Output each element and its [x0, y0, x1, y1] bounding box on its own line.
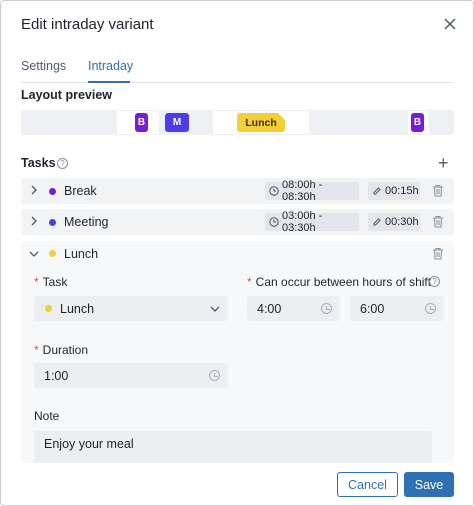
note-label: Note [34, 409, 60, 423]
duration-input[interactable]: 1:00 [34, 363, 228, 388]
task-select[interactable]: Lunch [34, 296, 228, 321]
task-select-value: Lunch [60, 301, 95, 316]
task-duration-text: 00:30h [385, 216, 419, 228]
tab-bar: Settings Intraday [21, 59, 453, 83]
trash-icon[interactable] [432, 215, 444, 228]
fold-corner [278, 113, 285, 120]
trash-icon[interactable] [432, 184, 444, 197]
task-row-break[interactable]: Break 08:00h - 08:30h 00:15h [21, 178, 454, 204]
task-color-dot [49, 250, 56, 257]
pencil-icon [373, 187, 381, 195]
task-color-dot [49, 188, 56, 195]
occur-to-input[interactable]: 6:00 [350, 296, 444, 321]
required-mark: * [247, 275, 252, 289]
preview-chip-lunch: Lunch [237, 113, 285, 132]
occur-from-input[interactable]: 4:00 [247, 296, 340, 321]
task-time-text: 03:00h - 03:30h [281, 210, 323, 234]
clock-icon [269, 186, 279, 196]
occur-field-label: * Can occur between hours of shift [247, 275, 431, 289]
task-name: Lunch [64, 247, 99, 261]
duration-value: 1:00 [44, 368, 69, 383]
tab-settings[interactable]: Settings [21, 59, 66, 83]
task-time-range: 08:00h - 08:30h [265, 179, 359, 203]
clock-icon [425, 303, 436, 314]
chevron-down-icon[interactable] [29, 249, 39, 259]
chevron-right-icon[interactable] [29, 185, 39, 195]
duration-field-label: * Duration [34, 343, 88, 357]
task-color-dot [49, 219, 56, 226]
tasks-label: Tasks [21, 156, 56, 170]
task-duration: 00:15h [368, 182, 420, 200]
preview-chip-break: B [411, 113, 424, 132]
layout-preview-label: Layout preview [21, 88, 112, 102]
note-textarea[interactable]: Enjoy your meal [34, 431, 432, 463]
chevron-down-icon [210, 306, 220, 312]
task-name: Break [64, 184, 97, 198]
occur-from-value: 4:00 [257, 301, 282, 316]
duration-label-text: Duration [42, 343, 89, 357]
help-icon[interactable]: ? [57, 158, 68, 169]
task-panel-lunch: Lunch * Task Lunch * Can occur between hou… [21, 241, 454, 463]
save-button[interactable]: Save [404, 472, 454, 497]
occur-to-value: 6:00 [360, 301, 385, 316]
preview-chip-break: B [135, 113, 148, 132]
task-duration-text: 00:15h [385, 185, 419, 197]
pencil-icon [373, 218, 381, 226]
layout-preview: B M Lunch B [21, 110, 454, 135]
help-icon[interactable]: ? [429, 276, 440, 287]
preview-chip-lunch-label: Lunch [245, 116, 277, 129]
task-field-label: * Task [34, 275, 67, 289]
dialog-title: Edit intraday variant [21, 16, 154, 33]
add-task-icon[interactable]: + [438, 154, 449, 172]
task-name: Meeting [64, 215, 109, 229]
trash-icon[interactable] [432, 247, 444, 260]
task-duration: 00:30h [368, 213, 420, 231]
task-row-meeting[interactable]: Meeting 03:00h - 03:30h 00:30h [21, 209, 454, 235]
chevron-right-icon[interactable] [29, 216, 39, 226]
clock-icon [209, 370, 220, 381]
close-icon[interactable] [442, 16, 458, 32]
cancel-button[interactable]: Cancel [337, 472, 398, 497]
edit-intraday-variant-dialog: Edit intraday variant Settings Intraday … [0, 0, 474, 506]
clock-icon [321, 303, 332, 314]
tab-intraday[interactable]: Intraday [88, 59, 133, 83]
note-value: Enjoy your meal [44, 437, 134, 451]
required-mark: * [34, 275, 39, 289]
task-time-text: 08:00h - 08:30h [281, 179, 323, 203]
preview-chip-meeting: M [165, 113, 189, 132]
clock-icon [269, 217, 279, 227]
task-time-range: 03:00h - 03:30h [265, 210, 359, 234]
required-mark: * [34, 343, 39, 357]
occur-label-text: Can occur between hours of shift [255, 275, 432, 289]
task-color-dot [45, 305, 52, 312]
task-label-text: Task [42, 275, 68, 289]
